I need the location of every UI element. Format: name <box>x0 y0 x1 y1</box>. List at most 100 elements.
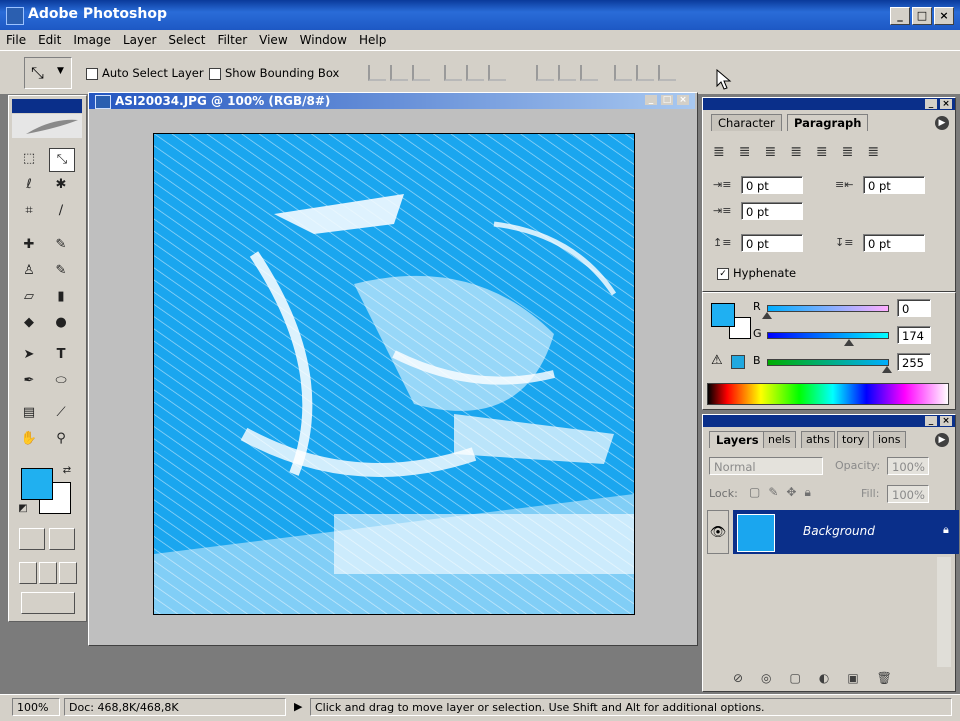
maximize-button[interactable]: □ <box>912 7 932 25</box>
align-top-icon[interactable] <box>368 65 386 81</box>
space-after-field[interactable]: 0 pt <box>863 234 925 252</box>
palette-close-button[interactable]: × <box>940 99 952 109</box>
g-slider-thumb[interactable] <box>843 339 854 346</box>
hand-tool-icon[interactable]: ✋ <box>17 428 41 450</box>
color-foreground-swatch[interactable] <box>711 303 735 327</box>
distribute-left-icon[interactable] <box>614 65 632 81</box>
doc-close-button[interactable]: × <box>677 95 689 105</box>
layer-visibility-eye-icon[interactable]: 👁︎ <box>707 510 729 554</box>
menu-image[interactable]: Image <box>67 30 117 50</box>
align-vcenter-icon[interactable] <box>390 65 408 81</box>
slice-tool-icon[interactable]: ∕ <box>49 200 73 222</box>
marquee-tool-icon[interactable]: ⬚ <box>17 148 41 170</box>
hyphenate-checkbox[interactable]: ✓ Hyphenate <box>717 266 796 280</box>
screen-mode-full-menu-button[interactable] <box>39 562 57 584</box>
bounding-box-checkbox[interactable]: Show Bounding Box <box>209 66 339 80</box>
menu-view[interactable]: View <box>253 30 293 50</box>
b-slider-thumb[interactable] <box>882 366 892 373</box>
lock-buttons[interactable]: ▢✎✥🔒︎ <box>749 485 819 500</box>
history-brush-icon[interactable]: ✎ <box>49 260 73 282</box>
align-bottom-icon[interactable] <box>412 65 430 81</box>
doc-maximize-button[interactable]: □ <box>661 95 673 105</box>
indent-first-line-field[interactable]: 0 pt <box>741 202 803 220</box>
tab-character[interactable]: Character <box>711 114 782 131</box>
palette-menu-icon[interactable]: ▶ <box>935 116 949 130</box>
minimize-button[interactable]: _ <box>890 7 910 25</box>
b-slider[interactable] <box>767 359 889 366</box>
out-of-gamut-warning-icon[interactable]: ⚠ <box>711 353 723 368</box>
standard-mode-button[interactable] <box>19 528 45 550</box>
eraser-tool-icon[interactable]: ▱ <box>17 286 41 308</box>
move-tool-button[interactable]: ⤡ <box>49 148 75 172</box>
align-right-icon[interactable] <box>488 65 506 81</box>
menu-layer[interactable]: Layer <box>117 30 162 50</box>
magic-wand-tool-icon[interactable]: ✱ <box>49 174 73 196</box>
blend-mode-select[interactable]: Normal <box>709 457 823 475</box>
type-tool-icon[interactable]: T <box>49 344 73 366</box>
pen-tool-icon[interactable]: ✒ <box>17 370 41 392</box>
close-button[interactable]: × <box>934 7 954 25</box>
fill-field[interactable]: 100% <box>887 485 929 503</box>
auto-select-checkbox[interactable]: Auto Select Layer <box>86 66 204 80</box>
lasso-tool-icon[interactable]: ℓ <box>17 174 41 196</box>
status-menu-arrow-icon[interactable]: ▶ <box>294 700 302 713</box>
layers-bottom-buttons[interactable]: ⊘◎▢◐▣🗑︎ <box>733 671 943 687</box>
indent-left-field[interactable]: 0 pt <box>741 176 803 194</box>
shape-tool-icon[interactable]: ⬭ <box>49 370 73 392</box>
brush-tool-icon[interactable]: ✎ <box>49 234 73 256</box>
blur-tool-icon[interactable]: ◆ <box>17 312 41 334</box>
distribute-bottom-icon[interactable] <box>580 65 598 81</box>
zoom-tool-icon[interactable]: ⚲ <box>49 428 73 450</box>
b-value-field[interactable]: 255 <box>897 353 931 371</box>
tab-paragraph[interactable]: Paragraph <box>787 114 869 131</box>
menu-select[interactable]: Select <box>162 30 211 50</box>
zoom-level-field[interactable]: 100% <box>12 698 60 716</box>
menu-edit[interactable]: Edit <box>32 30 67 50</box>
tab-channels[interactable]: nels <box>763 431 796 448</box>
menu-window[interactable]: Window <box>294 30 353 50</box>
distribute-right-icon[interactable] <box>658 65 676 81</box>
tool-preset-picker[interactable]: ⤡ ▼ <box>24 57 72 89</box>
screen-mode-standard-button[interactable] <box>19 562 37 584</box>
screen-mode-full-button[interactable] <box>59 562 77 584</box>
align-hcenter-icon[interactable] <box>466 65 484 81</box>
r-value-field[interactable]: 0 <box>897 299 931 317</box>
tab-paths[interactable]: aths <box>801 431 835 448</box>
tab-actions[interactable]: ions <box>873 431 906 448</box>
r-slider-thumb[interactable] <box>762 312 772 319</box>
quickmask-mode-button[interactable] <box>49 528 75 550</box>
layers-menu-icon[interactable]: ▶ <box>935 433 949 447</box>
healing-brush-icon[interactable]: ✚ <box>17 234 41 256</box>
clone-stamp-icon[interactable]: ♙ <box>17 260 41 282</box>
distribute-vcenter-icon[interactable] <box>558 65 576 81</box>
r-slider[interactable] <box>767 305 889 312</box>
g-value-field[interactable]: 174 <box>897 326 931 344</box>
layers-close-button[interactable]: × <box>940 416 952 426</box>
paragraph-align-buttons[interactable]: ≣≣≣≣≣≣≣ <box>713 144 949 162</box>
path-selection-icon[interactable]: ➤ <box>17 344 41 366</box>
tab-layers[interactable]: Layers <box>709 431 766 448</box>
dodge-tool-icon[interactable]: ● <box>49 312 73 334</box>
menu-help[interactable]: Help <box>353 30 392 50</box>
gamut-color-swatch[interactable] <box>731 355 745 369</box>
indent-right-field[interactable]: 0 pt <box>863 176 925 194</box>
distribute-top-icon[interactable] <box>536 65 554 81</box>
layers-scrollbar[interactable] <box>937 557 951 667</box>
palette-minimize-button[interactable]: _ <box>925 99 937 109</box>
jump-to-imageready-button[interactable] <box>21 592 75 614</box>
default-colors-icon[interactable]: ◩ <box>11 498 35 520</box>
menu-file[interactable]: File <box>0 30 32 50</box>
foreground-color-swatch[interactable] <box>21 468 53 500</box>
space-before-field[interactable]: 0 pt <box>741 234 803 252</box>
g-slider[interactable] <box>767 332 889 339</box>
color-spectrum-bar[interactable] <box>707 383 949 405</box>
gradient-tool-icon[interactable]: ▮ <box>49 286 73 308</box>
layer-row-background[interactable]: Background 🔒︎ <box>733 510 959 554</box>
eyedropper-tool-icon[interactable]: ⟋ <box>49 402 73 424</box>
swap-colors-icon[interactable]: ⇄ <box>55 460 79 482</box>
align-left-icon[interactable] <box>444 65 462 81</box>
layers-minimize-button[interactable]: _ <box>925 416 937 426</box>
crop-tool-icon[interactable]: ⌗ <box>17 200 41 222</box>
tab-history[interactable]: tory <box>837 431 870 448</box>
menu-filter[interactable]: Filter <box>211 30 253 50</box>
